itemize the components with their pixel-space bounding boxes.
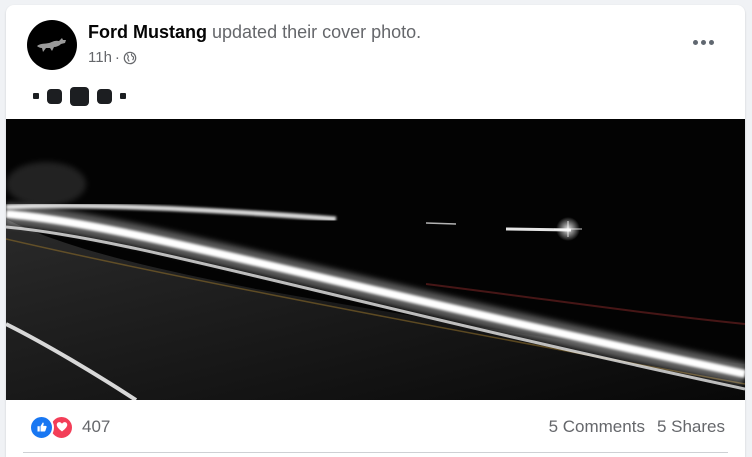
post-caption bbox=[33, 85, 126, 107]
meta-separator: · bbox=[114, 49, 120, 66]
page-avatar[interactable] bbox=[27, 20, 77, 70]
action-divider bbox=[23, 452, 728, 453]
shares-count[interactable]: 5 Shares bbox=[657, 417, 725, 437]
like-icon bbox=[29, 414, 54, 440]
post-action: updated their cover photo. bbox=[212, 22, 422, 42]
engagement-stats: 5 Comments 5 Shares bbox=[549, 417, 725, 437]
more-dot bbox=[700, 39, 706, 45]
small-square-icon bbox=[120, 93, 126, 99]
post-card: Ford Mustang updated their cover photo. … bbox=[6, 5, 745, 457]
post-timestamp[interactable]: 11h bbox=[88, 49, 112, 66]
author-name[interactable]: Ford Mustang bbox=[88, 22, 207, 42]
square-icon bbox=[97, 88, 112, 104]
post-headline: Ford Mustang updated their cover photo. bbox=[88, 22, 421, 43]
globe-icon[interactable] bbox=[123, 51, 137, 65]
square-icon bbox=[47, 88, 62, 104]
reactions-summary[interactable]: 407 bbox=[29, 414, 111, 440]
more-options-icon[interactable] bbox=[686, 29, 720, 55]
mustang-logo-icon bbox=[37, 38, 66, 52]
more-dot bbox=[708, 39, 714, 45]
post-meta: 11h · bbox=[88, 49, 137, 66]
small-square-icon bbox=[33, 93, 39, 99]
comments-count[interactable]: 5 Comments bbox=[549, 417, 645, 437]
large-square-icon bbox=[70, 86, 89, 106]
cover-photo[interactable] bbox=[6, 119, 745, 400]
reaction-count: 407 bbox=[82, 417, 111, 436]
more-dot bbox=[692, 39, 698, 45]
